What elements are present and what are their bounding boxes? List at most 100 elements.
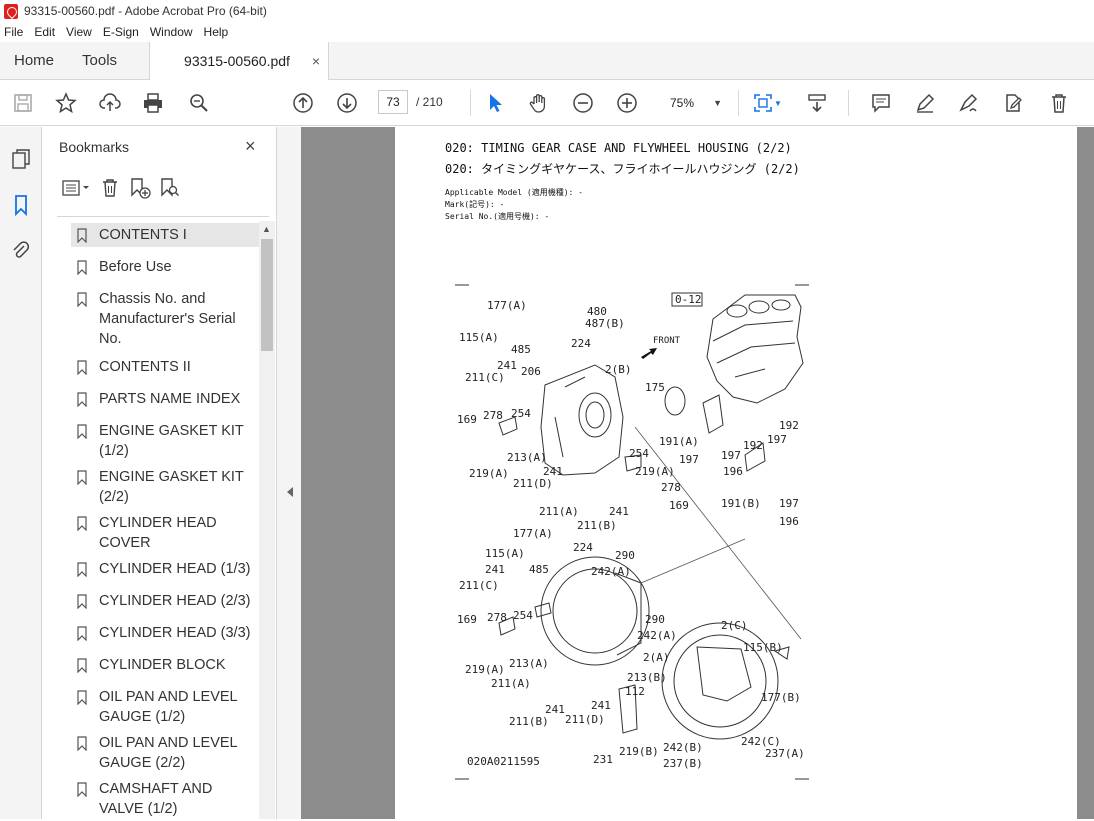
tab-close-icon[interactable]: × xyxy=(312,53,320,69)
callout-label: 237(B) xyxy=(663,757,703,770)
callout-label: 219(B) xyxy=(619,745,659,758)
bookmark-item[interactable]: CYLINDER HEAD (1/3) xyxy=(71,557,261,581)
scroll-mode-icon[interactable] xyxy=(804,90,830,116)
new-bookmark-icon[interactable] xyxy=(125,175,155,201)
bookmark-item[interactable]: PARTS NAME INDEX xyxy=(71,387,261,411)
callout-label: 485 xyxy=(511,343,531,356)
callout-label: 2(A) xyxy=(643,651,670,664)
tab-home[interactable]: Home xyxy=(0,42,68,79)
select-cursor-icon[interactable] xyxy=(482,90,508,116)
menu-help[interactable]: Help xyxy=(204,25,229,39)
document-viewport[interactable]: 020: TIMING GEAR CASE AND FLYWHEEL HOUSI… xyxy=(301,127,1094,819)
callout-label: 211(C) xyxy=(465,371,505,384)
delete-bookmark-icon[interactable] xyxy=(95,175,125,201)
bookmark-item[interactable]: CONTENTS II xyxy=(71,355,261,379)
bookmark-icon xyxy=(77,782,87,797)
bookmark-item[interactable]: Before Use xyxy=(71,255,261,279)
bookmark-icon xyxy=(77,470,87,485)
zoom-in-icon[interactable] xyxy=(614,90,640,116)
front-arrow-icon xyxy=(641,348,657,359)
hand-tool-icon[interactable] xyxy=(526,90,552,116)
previous-page-icon[interactable] xyxy=(290,90,316,116)
highlight-pen-icon[interactable] xyxy=(912,90,938,116)
bookmark-item[interactable]: OIL PAN AND LEVEL GAUGE (2/2) xyxy=(71,731,261,775)
callout-label: 177(B) xyxy=(761,691,801,704)
bookmark-item[interactable]: CYLINDER HEAD (3/3) xyxy=(71,621,261,645)
bookmarks-scrollbar[interactable]: ▲ xyxy=(259,221,275,819)
bookmark-panel-icon[interactable] xyxy=(9,193,33,217)
callout-label: 487(B) xyxy=(585,317,625,330)
zoom-value: 75% xyxy=(670,96,695,110)
cloud-upload-icon[interactable] xyxy=(97,90,123,116)
callout-label: 242(B) xyxy=(663,741,703,754)
collapse-panel-icon[interactable] xyxy=(287,487,293,497)
engine-block-drawing xyxy=(706,294,804,404)
menu-esign[interactable]: E-Sign xyxy=(103,25,139,39)
page-number-input[interactable]: 73 xyxy=(378,90,408,114)
save-icon[interactable] xyxy=(10,90,36,116)
attachment-icon[interactable] xyxy=(9,239,33,263)
window-title-bar: 93315-00560.pdf - Adobe Acrobat Pro (64-… xyxy=(0,0,1094,22)
bookmark-item[interactable]: Chassis No. and Manufacturer's Serial No… xyxy=(71,287,261,351)
find-bookmark-icon[interactable] xyxy=(155,175,185,201)
bookmark-item[interactable]: CAMSHAFT AND VALVE (1/2) xyxy=(71,777,261,821)
callout-label: 169 xyxy=(457,413,477,426)
bookmark-icon xyxy=(77,260,87,275)
bookmark-list: CONTENTS I Before Use Chassis No. and Ma… xyxy=(71,221,261,821)
panel-splitter[interactable] xyxy=(276,127,301,819)
bookmark-icon xyxy=(77,690,87,705)
callout-label: 177(A) xyxy=(513,527,553,540)
zoom-out-icon[interactable] xyxy=(570,90,596,116)
callout-label: 211(D) xyxy=(513,477,553,490)
scrollbar-thumb[interactable] xyxy=(261,239,273,351)
sign-icon[interactable] xyxy=(956,90,982,116)
close-icon[interactable]: × xyxy=(245,136,256,157)
tab-tools[interactable]: Tools xyxy=(68,42,131,79)
pdf-page: 020: TIMING GEAR CASE AND FLYWHEEL HOUSI… xyxy=(395,127,1077,819)
tab-document-label: 93315-00560.pdf xyxy=(184,53,290,69)
zoom-search-icon[interactable] xyxy=(186,90,212,116)
menu-window[interactable]: Window xyxy=(150,25,193,39)
menu-file[interactable]: File xyxy=(4,25,23,39)
bookmark-options-icon[interactable] xyxy=(57,175,95,201)
bookmark-icon xyxy=(77,658,87,673)
star-icon[interactable] xyxy=(53,90,79,116)
bookmark-item[interactable]: CYLINDER HEAD COVER xyxy=(71,511,261,555)
callout-label: 197 xyxy=(679,453,699,466)
bookmark-icon xyxy=(77,424,87,439)
bookmark-item[interactable]: ENGINE GASKET KIT (1/2) xyxy=(71,419,261,463)
edit-pdf-icon[interactable] xyxy=(1000,90,1026,116)
callout-label: 219(A) xyxy=(469,467,509,480)
callout-label: 211(A) xyxy=(491,677,531,690)
bookmark-item[interactable]: CYLINDER HEAD (2/3) xyxy=(71,589,261,613)
bookmark-icon xyxy=(77,516,87,531)
tab-document[interactable]: 93315-00560.pdf × xyxy=(149,42,330,80)
callout-label: 213(A) xyxy=(509,657,549,670)
bookmark-item[interactable]: CONTENTS I xyxy=(71,223,261,247)
left-navigation-rail xyxy=(0,127,42,819)
next-page-icon[interactable] xyxy=(334,90,360,116)
callout-label: 191(B) xyxy=(721,497,761,510)
callout-label: 196 xyxy=(779,515,799,528)
callout-label: 115(A) xyxy=(459,331,499,344)
bookmarks-toolbar xyxy=(57,175,185,201)
page-thumbnails-icon[interactable] xyxy=(9,147,33,171)
comment-icon[interactable] xyxy=(868,90,894,116)
callout-label: 175 xyxy=(645,381,665,394)
bookmark-item[interactable]: ENGINE GASKET KIT (2/2) xyxy=(71,465,261,509)
callout-label: 211(D) xyxy=(565,713,605,726)
bookmark-item[interactable]: OIL PAN AND LEVEL GAUGE (1/2) xyxy=(71,685,261,729)
scroll-up-icon[interactable]: ▲ xyxy=(262,224,271,234)
menu-edit[interactable]: Edit xyxy=(34,25,55,39)
callout-label: 219(A) xyxy=(465,663,505,676)
callout-label: 241 xyxy=(485,563,505,576)
bookmark-icon xyxy=(77,594,87,609)
zoom-select[interactable]: 75% ▼ xyxy=(664,92,728,114)
bookmark-icon xyxy=(77,626,87,641)
print-icon[interactable] xyxy=(140,90,166,116)
delete-icon[interactable] xyxy=(1046,90,1072,116)
window-title: 93315-00560.pdf - Adobe Acrobat Pro (64-… xyxy=(24,4,267,18)
menu-view[interactable]: View xyxy=(66,25,92,39)
bookmark-item[interactable]: CYLINDER BLOCK xyxy=(71,653,261,677)
page-fit-dropdown-icon[interactable]: ▼ xyxy=(772,90,784,116)
